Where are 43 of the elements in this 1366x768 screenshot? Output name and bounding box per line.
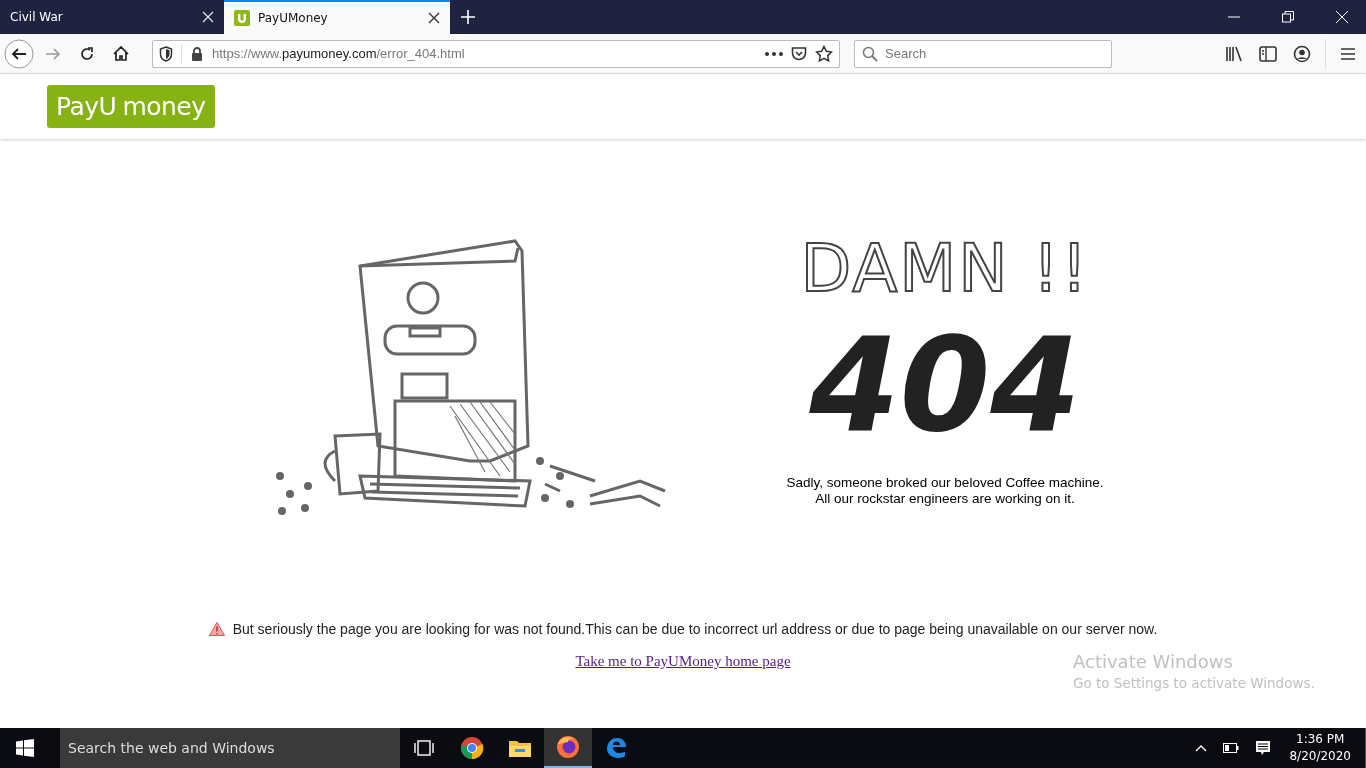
home-page-link[interactable]: Take me to PayUMoney home page (575, 653, 791, 669)
error-caption: Sadly, someone broked our beloved Coffee machine. All our rockstar engineers are working on it. (786, 475, 1104, 507)
account-icon[interactable] (1293, 44, 1311, 63)
url-text[interactable]: https://www.payumoney.com/error_404.html (212, 46, 465, 61)
pocket-icon[interactable] (791, 45, 807, 62)
error-heading: DAMN !! (800, 233, 1090, 305)
error-code: 404 (809, 315, 1081, 455)
sidebar-icon[interactable] (1259, 45, 1277, 62)
address-bar[interactable]: https://www.payumoney.com/error_404.html (152, 39, 840, 68)
search-field[interactable]: Search (854, 39, 1112, 68)
search-icon (862, 45, 878, 62)
browser-tab[interactable]: PayUMoney (224, 0, 450, 34)
windows-start-icon[interactable] (16, 739, 34, 757)
star-icon[interactable] (815, 44, 833, 63)
shield-icon[interactable] (159, 45, 173, 62)
menu-icon[interactable] (1340, 46, 1356, 61)
taskbar-app[interactable] (544, 728, 592, 768)
activation-subtitle: Go to Settings to activate Windows. (1073, 675, 1315, 691)
browser-tab[interactable]: Civil War (0, 0, 224, 34)
padlock-icon[interactable] (190, 45, 204, 62)
activation-title: Activate Windows (1073, 651, 1234, 672)
error-message: But seriously the page you are looking for was not found.This can be due to incorrect url address or due to page being unavailable on our server now. (232, 621, 1158, 637)
battery-icon[interactable] (1223, 743, 1240, 753)
library-icon[interactable] (1225, 45, 1243, 62)
taskbar-clock[interactable]: 1:36 PM 8/20/2020 (1289, 731, 1351, 765)
close-tab-icon[interactable] (428, 12, 440, 24)
firefox-icon[interactable] (556, 735, 580, 759)
task-view-icon[interactable] (413, 739, 435, 757)
edge-icon[interactable] (604, 736, 628, 760)
chevron-up-icon[interactable] (1195, 744, 1208, 752)
site-favicon-icon (234, 10, 250, 26)
warning-icon (208, 622, 225, 636)
close-window-icon[interactable] (1336, 11, 1348, 23)
restore-icon[interactable] (1282, 11, 1294, 23)
taskbar-search-field[interactable]: Search the web and Windows (60, 728, 400, 768)
folder-icon[interactable] (508, 738, 532, 758)
back-icon[interactable] (4, 38, 34, 69)
chrome-icon[interactable] (460, 736, 484, 760)
home-icon[interactable] (112, 44, 130, 63)
reload-icon[interactable] (78, 44, 96, 63)
new-tab-icon[interactable] (460, 9, 476, 25)
notification-icon[interactable] (1255, 740, 1272, 756)
more-dots-icon[interactable] (765, 51, 783, 56)
